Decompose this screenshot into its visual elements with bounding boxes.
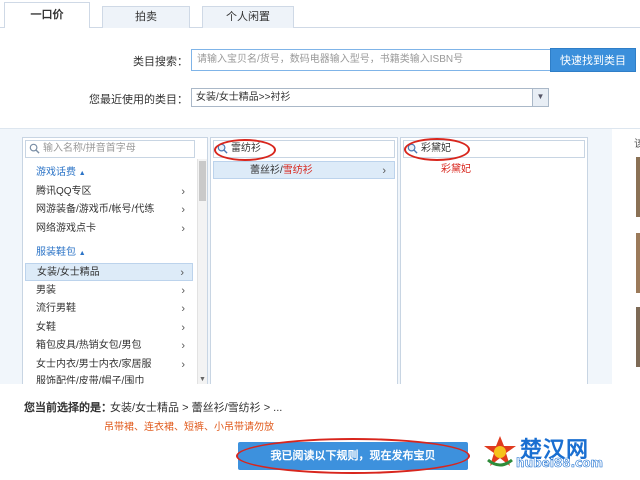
chevron-right-icon: › xyxy=(181,186,185,198)
list-item-label: 网络游戏点卡 xyxy=(36,223,96,234)
list-item-label: 男装 xyxy=(36,285,56,296)
caret-up-icon: ▲ xyxy=(78,170,86,177)
list-item-label: 腾讯QQ专区 xyxy=(36,186,92,197)
level1-scrollbar[interactable]: ▼ xyxy=(197,159,207,385)
chevron-right-icon: › xyxy=(382,165,386,177)
chevron-right-icon: › xyxy=(181,204,185,216)
thumbnail-image[interactable] xyxy=(636,307,640,367)
chevron-right-icon: › xyxy=(180,267,184,279)
list-item[interactable]: 腾讯QQ专区 › xyxy=(25,183,193,201)
logo-emblem-icon xyxy=(484,436,516,467)
recent-category-value: 女装/女士精品>>衬衫 xyxy=(196,92,291,103)
group-title: 服装鞋包 xyxy=(36,247,76,258)
current-selection-path: 女装/女士精品 > 蕾丝衫/雪纺衫 > ... xyxy=(110,402,283,414)
selection-summary: 您当前选择的是： 女装/女士精品 > 蕾丝衫/雪纺衫 > ... 吊带裙、连衣裙… xyxy=(0,384,640,480)
list-item-selected[interactable]: 蕾丝衫/雪纺衫 › xyxy=(213,161,395,179)
list-item[interactable]: 女鞋 › xyxy=(25,319,193,337)
list-item[interactable]: 网络游戏点卡 › xyxy=(25,220,193,238)
list-item-label: 女士内衣/男士内衣/家居服 xyxy=(36,359,152,370)
list-item-selected[interactable]: 女装/女士精品 › xyxy=(25,263,193,281)
list-item[interactable]: 彩黛妃 xyxy=(403,161,585,179)
tab-auction[interactable]: 拍卖 xyxy=(102,6,190,28)
side-strip-text: 该 xyxy=(634,139,640,150)
list-item[interactable]: 男装 › xyxy=(25,282,193,300)
category-search-input[interactable]: 请输入宝贝名/货号，数码电器输入型号，书籍类输入ISBN号 xyxy=(191,49,551,71)
list-item-label: 女装/女士精品 xyxy=(37,267,100,278)
category-search-label: 类目搜索： xyxy=(133,56,188,68)
group-header-apparel[interactable]: 服装鞋包 ▲ xyxy=(25,244,193,262)
result-highlight: 雪纺衫 xyxy=(282,165,313,176)
list-item-label: 箱包皮具/热销女包/男包 xyxy=(36,340,142,351)
category-search-area: 类目搜索： 请输入宝贝名/货号，数码电器输入型号，书籍类输入ISBN号 快速找到… xyxy=(0,28,640,123)
group-header-games[interactable]: 游戏话费 ▲ xyxy=(25,164,193,182)
scrollbar-thumb[interactable] xyxy=(199,161,206,201)
current-selection-label: 您当前选择的是： xyxy=(24,402,112,414)
thumbnail-image[interactable] xyxy=(636,157,640,217)
chevron-right-icon: › xyxy=(181,303,185,315)
annotation-circle xyxy=(236,438,470,474)
tab-personal-idle[interactable]: 个人闲置 xyxy=(202,6,294,28)
watermark-logo: 楚汉网 hubei88.com xyxy=(480,432,640,472)
list-item[interactable]: 服饰配件/皮带/帽子/围巾 xyxy=(25,374,193,384)
list-item[interactable]: 女士内衣/男士内衣/家居服 › xyxy=(25,356,193,374)
annotation-circle xyxy=(214,139,276,161)
search-icon xyxy=(29,143,40,154)
quick-find-button[interactable]: 快速找到类目 xyxy=(550,48,636,72)
thumbnail-image[interactable] xyxy=(636,233,640,293)
tab-fixed-price[interactable]: 一口价 xyxy=(4,2,90,29)
annotation-circle xyxy=(404,138,470,161)
category-picker: 输入名称/拼音首字母 游戏话费 ▲ 腾讯QQ专区 › 网游装备/游戏币/帐号/代练… xyxy=(0,128,640,385)
chevron-down-icon[interactable]: ▼ xyxy=(532,89,548,106)
group-title: 游戏话费 xyxy=(36,167,76,178)
category-panel-level2: 雷纺衫 蕾丝衫/雪纺衫 › xyxy=(210,137,398,385)
scroll-down-icon[interactable]: ▼ xyxy=(199,376,206,383)
list-item[interactable]: 流行男鞋 › xyxy=(25,300,193,318)
list-item-label: 网游装备/游戏币/帐号/代练 xyxy=(36,204,155,215)
recent-category-select[interactable]: 女装/女士精品>>衬衫 ▼ xyxy=(191,88,549,107)
tab-bar: 一口价 拍卖 个人闲置 xyxy=(0,0,640,29)
caret-up-icon: ▲ xyxy=(78,250,86,257)
chevron-right-icon: › xyxy=(181,359,185,371)
recent-category-label: 您最近使用的类目： xyxy=(89,94,188,106)
level1-filter-input[interactable]: 输入名称/拼音首字母 xyxy=(25,140,195,158)
list-item[interactable]: 箱包皮具/热销女包/男包 › xyxy=(25,337,193,355)
list-item[interactable]: 网游装备/游戏币/帐号/代练 › xyxy=(25,201,193,219)
level1-filter-placeholder: 输入名称/拼音首字母 xyxy=(43,143,136,154)
list-item-label: 流行男鞋 xyxy=(36,303,76,314)
watermark-url: hubei88.com xyxy=(516,456,604,471)
chevron-right-icon: › xyxy=(181,322,185,334)
category-warning: 吊带裙、连衣裙、短裤、小吊带请勿放 xyxy=(104,422,274,433)
category-panel-level3: 彩黛妃 彩黛妃 xyxy=(400,137,588,385)
chevron-right-icon: › xyxy=(181,285,185,297)
chevron-right-icon: › xyxy=(181,223,185,235)
result-prefix: 蕾丝衫/ xyxy=(250,165,283,176)
list-item-label: 女鞋 xyxy=(36,322,56,333)
list-item-label: 服饰配件/皮带/帽子/围巾 xyxy=(36,376,145,384)
category-panel-level1: 输入名称/拼音首字母 游戏话费 ▲ 腾讯QQ专区 › 网游装备/游戏币/帐号/代练… xyxy=(22,137,208,385)
chevron-right-icon: › xyxy=(181,340,185,352)
